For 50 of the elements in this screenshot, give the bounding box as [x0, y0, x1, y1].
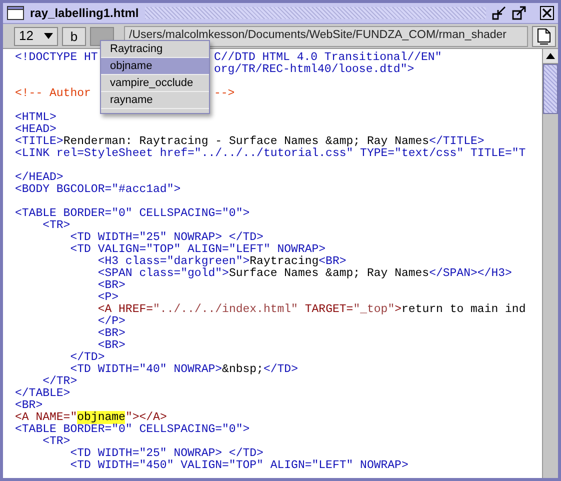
close-icon[interactable]: [540, 6, 554, 20]
minimize-icon[interactable]: [492, 6, 506, 20]
code-line: <TABLE BORDER="0" CELLSPACING="0">: [15, 207, 250, 220]
scroll-up-icon[interactable]: [546, 53, 555, 59]
bold-button[interactable]: b: [62, 26, 86, 46]
window-title: ray_labelling1.html: [30, 5, 139, 22]
code-line: </HEAD>: [15, 171, 64, 184]
code-line: <LINK rel=StyleSheet href="../../../tutorial.css" TYPE="text/css" TITLE="T: [15, 147, 526, 160]
code-line: <TD WIDTH="25" NOWRAP> </TD>: [69, 231, 264, 244]
document-button[interactable]: [532, 26, 556, 46]
code-line: <BR>: [96, 327, 126, 340]
code-fragment: C//DTD HTML 4.0 Transitional//EN": [214, 52, 442, 64]
code-fragment: -->: [214, 88, 235, 100]
code-line: <TR>: [42, 219, 70, 232]
code-line: <H3 class="darkgreen">Raytracing<BR>: [96, 255, 346, 268]
code-line: </TD>: [69, 351, 105, 364]
code-line: <TR>: [42, 435, 70, 448]
code-line: <TABLE BORDER="0" CELLSPACING="0">: [15, 423, 250, 436]
code-line: </TABLE>: [15, 387, 70, 400]
code-line: </P>: [96, 315, 126, 328]
code-line: <P>: [96, 291, 119, 304]
code-line: <A HREF="../../../index.html" TARGET="_top">return to main ind: [96, 303, 526, 316]
code-line: </TR>: [42, 375, 78, 388]
font-size-dropdown[interactable]: 12: [14, 26, 58, 46]
code-line: <BR>: [15, 399, 43, 412]
scroll-thumb[interactable]: [543, 64, 558, 114]
code-fragment: <!DOCTYPE HT: [15, 51, 98, 64]
code-line: <TD WIDTH="40" NOWRAP>&nbsp;</TD>: [70, 363, 298, 376]
menu-item[interactable]: vampire_occlude: [101, 75, 209, 92]
code-line: <BR>: [96, 279, 126, 292]
menu-item[interactable]: rayname: [101, 92, 209, 109]
code-line: <HEAD>: [15, 123, 56, 136]
code-line: <TD VALIGN="TOP" ALIGN="LEFT" NOWRAP>: [69, 243, 326, 256]
code-fragment: org/TR/REC-html40/loose.dtd">: [214, 64, 414, 76]
code-line: <SPAN class="gold">Surface Names &amp; Ray Names</SPAN></H3>: [96, 267, 512, 280]
scrollbar[interactable]: [542, 49, 558, 478]
code-line: <BODY BGCOLOR="#acc1ad">: [15, 183, 181, 196]
document-icon: [537, 28, 551, 44]
code-line: <BR>: [98, 339, 126, 352]
code-line: <A NAME="objname"></A>: [15, 411, 167, 424]
code-line: <TD WIDTH="25" NOWRAP> </TD>: [69, 447, 264, 460]
code-fragment: <!-- Author: [15, 87, 91, 100]
code-line: <TD WIDTH="450" VALIGN="TOP" ALIGN="LEFT" NOWRAP>: [69, 459, 408, 472]
caret-icon: [44, 33, 53, 39]
menu-item[interactable]: Raytracing: [101, 41, 209, 58]
window-icon: [7, 6, 24, 20]
code-line: <TITLE>Renderman: Raytracing - Surface Names &amp; Ray Names</TITLE>: [15, 135, 484, 148]
maximize-icon[interactable]: [512, 6, 526, 20]
menu-item[interactable]: objname: [101, 58, 209, 75]
code-line: <HTML>: [15, 111, 56, 124]
